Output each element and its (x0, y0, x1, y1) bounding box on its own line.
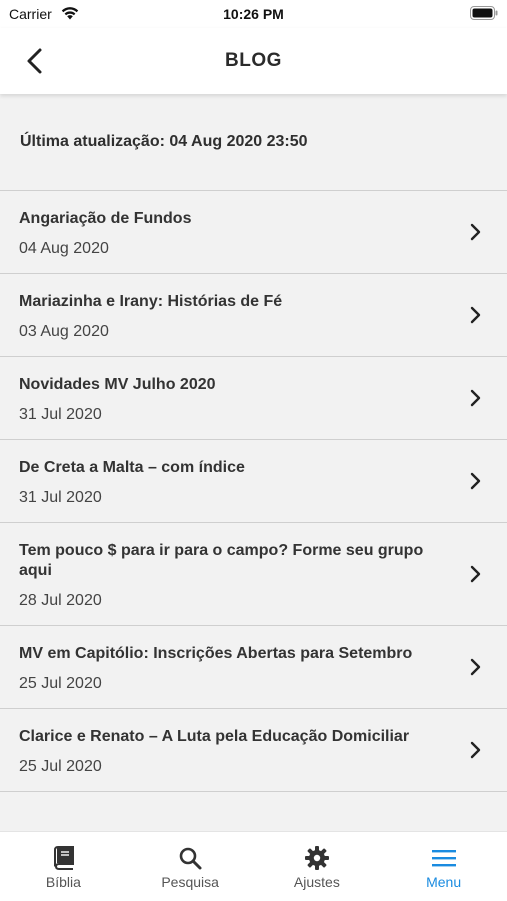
post-title: Mariazinha e Irany: Histórias de Fé (19, 293, 283, 310)
post-title: Angariação de Fundos (19, 210, 192, 227)
post-title: De Creta a Malta – com índice (19, 459, 245, 476)
status-bar: Carrier 10:26 PM (0, 0, 507, 28)
tab-ajustes[interactable]: Ajustes (254, 832, 381, 901)
navigation-bar: BLOG (0, 28, 507, 94)
post-item[interactable]: Clarice e Renato – A Luta pela Educação … (0, 709, 507, 792)
chevron-right-icon (470, 565, 481, 583)
tab-label: Bíblia (45, 874, 81, 890)
tab-menu[interactable]: Menu (380, 832, 507, 901)
post-title: MV em Capitólio: Inscrições Abertas para… (19, 645, 413, 662)
chevron-right-icon (470, 223, 481, 241)
chevron-right-icon (470, 472, 481, 490)
post-list: Angariação de Fundos 04 Aug 2020 Mariazi… (0, 191, 507, 792)
chevron-left-icon (27, 48, 42, 74)
post-date: 28 Jul 2020 (19, 592, 102, 609)
post-title: Novidades MV Julho 2020 (19, 376, 216, 393)
chevron-right-icon (470, 741, 481, 759)
post-title: Clarice e Renato – A Luta pela Educação … (19, 728, 410, 745)
last-update-label: Última atualização: 04 Aug 2020 23:50 (20, 133, 308, 150)
post-date: 25 Jul 2020 (19, 758, 102, 775)
tab-bar: Bíblia Pesquisa Ajustes Menu (0, 831, 507, 901)
post-item[interactable]: Mariazinha e Irany: Histórias de Fé 03 A… (0, 274, 507, 357)
search-icon (179, 847, 202, 870)
menu-icon (431, 850, 456, 867)
chevron-right-icon (470, 306, 481, 324)
post-item[interactable]: Novidades MV Julho 2020 31 Jul 2020 (0, 357, 507, 440)
page-title: BLOG (225, 50, 282, 71)
tab-label: Menu (426, 874, 462, 890)
tab-biblia[interactable]: Bíblia (0, 832, 127, 901)
post-item[interactable]: Tem pouco $ para ir para o campo? Forme … (0, 523, 507, 626)
post-item[interactable]: MV em Capitólio: Inscrições Abertas para… (0, 626, 507, 709)
post-date: 25 Jul 2020 (19, 675, 102, 692)
tab-label: Ajustes (293, 874, 340, 890)
tab-label: Pesquisa (161, 874, 219, 890)
post-date: 31 Jul 2020 (19, 406, 102, 423)
post-item[interactable]: Angariação de Fundos 04 Aug 2020 (0, 191, 507, 274)
post-date: 04 Aug 2020 (19, 240, 109, 257)
tab-pesquisa[interactable]: Pesquisa (127, 832, 254, 901)
status-time: 10:26 PM (223, 6, 284, 22)
post-item[interactable]: De Creta a Malta – com índice 31 Jul 202… (0, 440, 507, 523)
battery-icon (470, 6, 498, 20)
chevron-right-icon (470, 389, 481, 407)
post-date: 03 Aug 2020 (19, 323, 109, 340)
post-title: Tem pouco $ para ir para o campo? Forme … (19, 542, 424, 579)
gear-icon (304, 846, 329, 870)
book-icon (54, 846, 75, 870)
back-button[interactable] (18, 44, 52, 78)
post-date: 31 Jul 2020 (19, 489, 102, 506)
last-update-row: Última atualização: 04 Aug 2020 23:50 (0, 94, 507, 191)
blog-content[interactable]: Última atualização: 04 Aug 2020 23:50 An… (0, 94, 507, 831)
chevron-right-icon (470, 658, 481, 676)
